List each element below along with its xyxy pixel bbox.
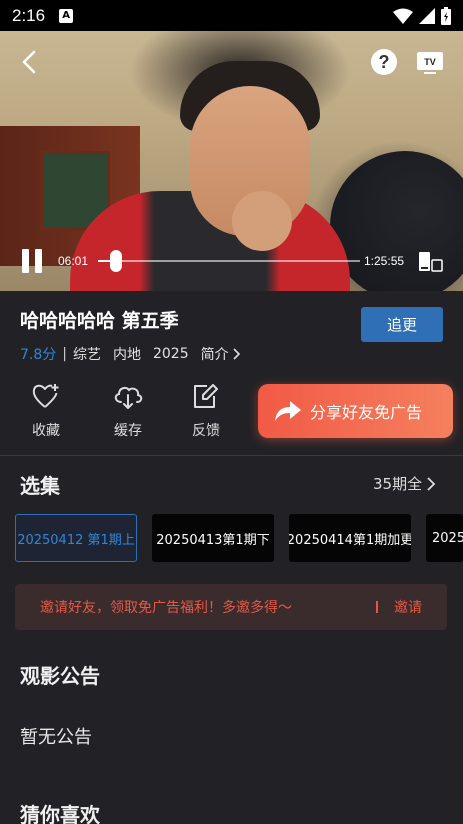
show-meta: 7.8分 | 综艺 内地 2025 简介 [20, 344, 243, 364]
screen-icon [419, 252, 443, 272]
invite-separator [376, 601, 378, 613]
notice-text: 暂无公告 [20, 727, 92, 748]
invite-link[interactable]: 邀请 [394, 597, 422, 617]
category: 综艺 [72, 347, 101, 363]
current-time: 06:01 [58, 254, 89, 268]
screen-toggle-button[interactable] [418, 251, 444, 273]
episode-item[interactable]: 20250413第1期下 [152, 514, 274, 562]
back-button[interactable] [16, 48, 44, 76]
tv-cast-button[interactable]: TV [416, 49, 444, 75]
pause-icon [22, 249, 29, 273]
episode-item[interactable]: 20250414第1期加更 [289, 514, 411, 562]
share-button[interactable]: 分享好友免广告 [258, 384, 453, 438]
heart-plus-icon [32, 384, 59, 408]
follow-button[interactable]: 追更 [361, 307, 443, 342]
wifi-icon [393, 8, 413, 24]
chevron-right-icon [233, 348, 240, 360]
share-label: 分享好友免广告 [310, 403, 423, 422]
edit-icon [194, 384, 218, 408]
episode-count-link[interactable]: 35期全 [373, 473, 440, 494]
battery-icon [441, 6, 451, 25]
cache-label: 缓存 [114, 423, 142, 439]
help-button[interactable]: ? [371, 49, 397, 75]
notice-title: 观影公告 [20, 664, 100, 688]
year: 2025 [152, 346, 189, 362]
invite-message: 邀请好友，领取免广告福利！多邀多得～ [40, 600, 292, 616]
pause-button[interactable] [22, 249, 44, 273]
show-title: 哈哈哈哈哈 第五季 [20, 310, 179, 332]
notification-icon: A [59, 8, 74, 23]
feedback-button[interactable]: 反馈 [176, 382, 236, 440]
svg-text:TV: TV [424, 57, 436, 67]
episode-count: 35期全 [373, 475, 423, 493]
favorite-label: 收藏 [32, 423, 60, 439]
region: 内地 [112, 347, 141, 363]
tv-cast-icon: TV [417, 52, 443, 74]
chevron-left-icon [22, 50, 36, 74]
question-icon: ? [378, 51, 390, 72]
signal-icon [419, 7, 435, 24]
progress-thumb[interactable] [110, 250, 123, 272]
score: 7.8分 [20, 347, 57, 363]
episode-item[interactable]: 20250412 第1期上 [15, 514, 137, 562]
status-icons [393, 6, 451, 25]
feedback-label: 反馈 [192, 423, 220, 439]
cloud-download-icon [114, 386, 143, 409]
meta-separator: | [62, 346, 67, 362]
episode-item[interactable]: 2025 [426, 514, 463, 562]
cache-button[interactable]: 缓存 [98, 382, 158, 440]
recommend-title: 猜你喜欢 [20, 803, 100, 824]
progress-track[interactable] [98, 260, 360, 262]
status-time: 2:16 [12, 5, 46, 25]
invite-banner[interactable]: 邀请好友，领取免广告福利！多邀多得～ 邀请 [15, 584, 447, 630]
share-arrow-icon [275, 401, 301, 421]
intro-link[interactable]: 简介 [201, 344, 243, 364]
intro-label: 简介 [200, 347, 229, 363]
favorite-button[interactable]: 收藏 [16, 382, 76, 440]
divider [0, 455, 463, 456]
status-bar: 2:16 A [0, 0, 463, 31]
chevron-right-icon [427, 476, 436, 491]
episodes-title: 选集 [20, 474, 60, 498]
total-time: 1:25:55 [364, 254, 405, 268]
